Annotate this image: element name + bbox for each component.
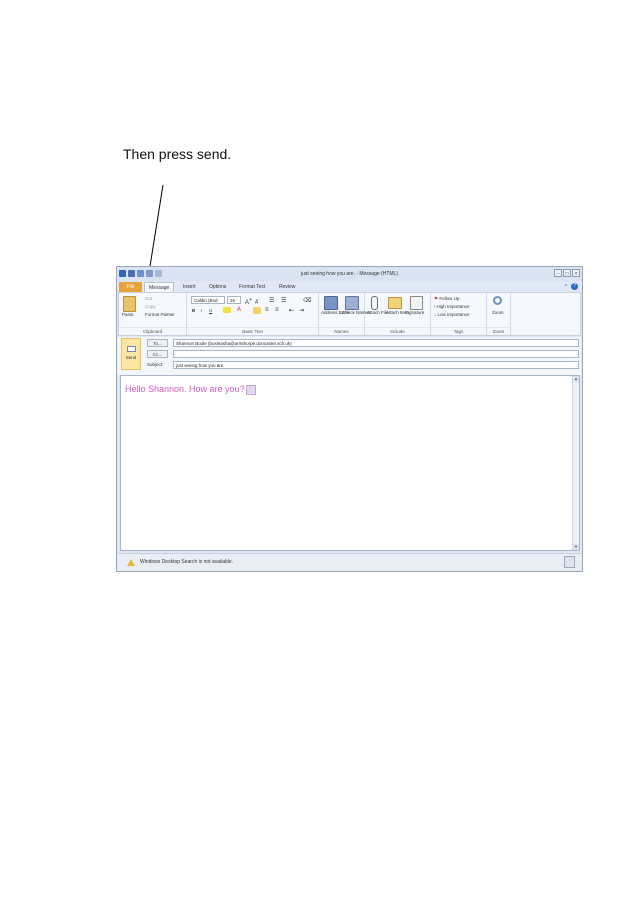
compose-header: Send To... Cc... Subject: Shannon Boole … [118,337,581,375]
copy-button[interactable]: Copy [145,304,156,309]
high-importance-button[interactable]: ! High Importance [434,304,470,309]
cursor-icon [245,384,256,395]
underline-button[interactable]: U [209,308,212,313]
tags-group: ⚑ Follow Up ! High Importance ↓ Low Impo… [431,293,487,335]
low-importance-button[interactable]: ↓ Low Importance [434,312,470,317]
format-painter-button[interactable]: Format Painter [145,312,175,317]
maximize-icon[interactable]: □ [563,269,571,277]
shrink-font-icon[interactable]: A- [255,297,260,306]
high-importance-label: High Importance [436,304,470,309]
send-label: Send [125,355,137,360]
instruction-text: Then press send. [123,146,232,162]
names-group-label: Names [319,327,364,335]
bullets-icon[interactable]: ☰ [269,297,274,304]
paperclip-icon[interactable] [371,296,378,310]
collapse-ribbon-icon[interactable]: ^ [565,284,567,290]
tab-file[interactable]: File [119,282,142,292]
basic-text-group-label: Basic Text [187,327,318,335]
decrease-indent-icon[interactable]: ⇤ [289,307,294,314]
low-importance-label: Low Importance [437,312,470,317]
down-arrow-icon: ↓ [434,312,437,317]
check-names-icon[interactable] [345,296,359,310]
exclamation-icon: ! [434,304,436,309]
align-center-icon[interactable]: ≡ [265,307,269,313]
clear-formatting-icon[interactable]: ⌫ [303,297,311,304]
subject-label: Subject: [147,362,164,367]
attach-item-icon[interactable] [388,297,402,309]
to-field[interactable]: Shannon Boole (bosleasha@armthorpe.donca… [173,339,579,347]
bold-button[interactable]: B [192,308,195,313]
subject-field[interactable]: just seeing how you are. [173,361,579,369]
tags-group-label: Tags [431,327,486,335]
tab-message[interactable]: Message [144,282,175,292]
address-book-icon[interactable] [324,296,338,310]
paste-label[interactable]: Paste [122,312,134,317]
window-title: just seeing how you are. - Message (HTML… [301,271,398,277]
paste-icon[interactable] [123,296,136,312]
zoom-group-label: Zoom [487,327,510,335]
message-body[interactable]: Hello Shannon. How are you? ▲ ▼ [120,375,580,551]
zoom-group: Zoom Zoom [487,293,511,335]
align-left-icon[interactable] [253,307,261,314]
cut-button[interactable]: Cut [145,296,152,301]
minimize-icon[interactable]: – [554,269,562,277]
clipboard-group-label: Clipboard [119,327,186,335]
close-icon[interactable]: × [572,269,580,277]
basic-text-group: Calibri (Bod 16 A+ A- ☰ ☰ ⌫ B I U A ≡ ≡ … [187,293,319,335]
scroll-down-icon[interactable]: ▼ [573,544,579,550]
tab-format-text[interactable]: Format Text [235,282,269,292]
send-button[interactable]: Send [121,338,141,370]
tab-insert[interactable]: Insert [179,282,200,292]
envelope-icon [127,346,136,352]
title-bar: just seeing how you are. - Message (HTML… [117,267,582,282]
people-pane-icon[interactable] [564,556,575,568]
tab-review[interactable]: Review [275,282,299,292]
clipboard-group: Paste Cut Copy Format Painter Clipboard [119,293,187,335]
window-controls: – □ × [554,269,580,277]
ribbon: Paste Cut Copy Format Painter Clipboard … [118,292,581,336]
align-right-icon[interactable]: ≡ [275,307,279,313]
magnifier-icon[interactable] [493,296,502,305]
follow-up-label: Follow Up [439,296,460,301]
signature-button[interactable]: Signature [405,310,424,315]
flag-icon: ⚑ [434,296,439,301]
font-color-icon[interactable]: A [237,307,241,313]
message-body-text: Hello Shannon. How are you? [125,384,256,395]
italic-button[interactable]: I [201,308,202,313]
cc-field[interactable] [173,350,579,358]
highlight-icon[interactable] [223,307,231,313]
font-size-select[interactable]: 16 [227,296,241,304]
numbering-icon[interactable]: ☰ [281,297,286,304]
increase-indent-icon[interactable]: ⇥ [299,307,304,314]
signature-icon[interactable] [410,296,423,310]
ribbon-tabs: File Message Insert Options Format Text … [117,281,582,292]
tab-options[interactable]: Options [205,282,230,292]
help-icon[interactable]: ? [571,283,578,290]
status-text: Windows Desktop Search is not available. [140,559,234,565]
scroll-up-icon[interactable]: ▲ [573,376,579,382]
cc-button[interactable]: Cc... [147,350,168,358]
status-bar: Windows Desktop Search is not available. [118,553,581,571]
to-button[interactable]: To... [147,339,168,347]
font-select[interactable]: Calibri (Bod [191,296,225,304]
include-group: Attach File Attach Item Signature Includ… [365,293,431,335]
grow-font-icon[interactable]: A+ [245,297,252,306]
zoom-button[interactable]: Zoom [492,310,504,315]
warning-icon [127,559,135,566]
include-group-label: Include [365,327,430,335]
vertical-scrollbar[interactable]: ▲ ▼ [572,376,579,550]
outlook-message-window: just seeing how you are. - Message (HTML… [116,266,583,572]
message-body-content: Hello Shannon. How are you? [125,384,245,394]
names-group: Address Book Check Names Names [319,293,370,335]
follow-up-button[interactable]: ⚑ Follow Up [434,296,459,302]
